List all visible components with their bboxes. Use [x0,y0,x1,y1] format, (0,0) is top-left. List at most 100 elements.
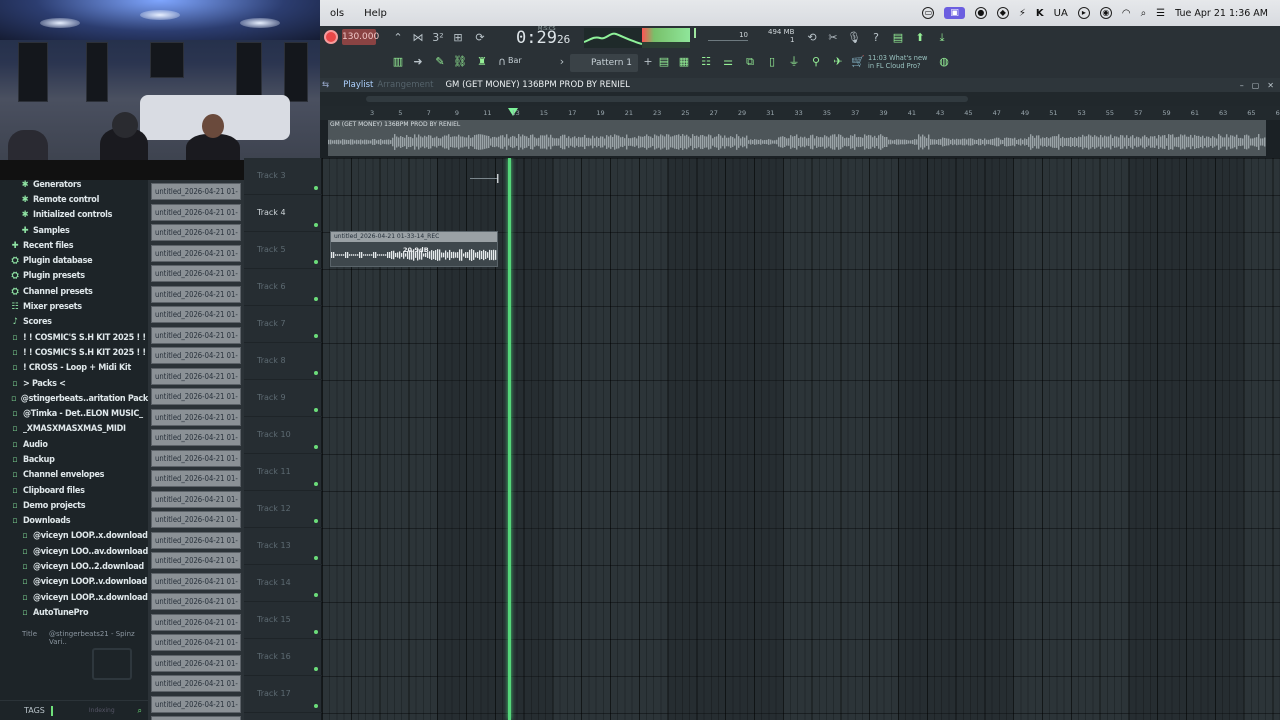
display-icon[interactable]: ▭ [922,7,935,19]
track-header[interactable]: Track 8 [244,343,322,380]
track-header[interactable]: Track 12 [244,491,322,528]
channel-button[interactable]: untitled_2026-04-21 01- [151,511,241,528]
browser-item[interactable]: ⛭ Plugin presets [0,269,148,284]
track-header[interactable]: Track 6 [244,269,322,306]
browser-item[interactable]: ✚ Samples [0,223,148,238]
download-icon[interactable]: ⤓ [934,30,950,46]
channel-button[interactable]: untitled_2026-04-21 01- [151,470,241,487]
search-icon[interactable]: ⌕ [1141,8,1147,19]
track-enable-led[interactable] [314,556,318,560]
channel-button[interactable]: untitled_2026-04-21 01- [151,654,241,672]
browser-item[interactable]: ♪ Scores [0,315,148,330]
browser-item[interactable]: ▫ @Timka - Det..ELON MUSIC_ [0,406,148,421]
step-edit-icon[interactable]: ⊞ [450,30,466,46]
plus-icon[interactable]: + [640,54,656,70]
track-header[interactable]: Track 9 [244,380,322,417]
news-panel[interactable]: 11:03 What's new in FL Cloud Pro? [868,54,927,70]
channel-button[interactable]: untitled_2026-04-21 01- [151,593,241,610]
track-enable-led[interactable] [314,297,318,301]
track-header[interactable]: Track 14 [244,565,322,602]
wait-input-icon[interactable]: ⋈ [410,30,426,46]
mixer-icon[interactable]: ⚌ [720,54,736,70]
track-enable-led[interactable] [314,593,318,597]
channel-button[interactable]: untitled_2026-04-21 01- [151,572,241,590]
master-volume-slider[interactable]: 10 [708,31,748,41]
track-enable-led[interactable] [314,519,318,523]
channel-button[interactable]: untitled_2026-04-21 01- [151,531,241,549]
channel-button[interactable]: untitled_2026-04-21 01- [151,388,241,405]
browser-icon[interactable]: ⧉ [742,54,758,70]
channel-button[interactable]: untitled_2026-04-21 01- [151,613,241,631]
channel-button[interactable]: untitled_2026-04-21 01- [151,695,241,713]
browser-item[interactable]: ▫ @viceyn LOO..2.download [0,559,148,574]
control-center-icon[interactable]: ☰ [1156,8,1165,19]
track-header[interactable]: Track 7 [244,306,322,343]
track-header[interactable]: Track 13 [244,528,322,565]
browser-item[interactable]: ▫ @viceyn LOOP..x.download [0,590,148,605]
playlist-h-scrollbar[interactable] [320,92,1280,106]
circle-app-icon[interactable]: ● [974,7,987,19]
playlist-menu-icon[interactable]: ⇆ [322,80,329,90]
playlist-grid[interactable]: untitled_2026-04-21 01-33-14_REC 20.9dB … [322,158,1280,720]
screen-share-icon[interactable]: ▣ [944,7,965,19]
chevron-right-icon[interactable]: › [554,54,570,70]
browser-item[interactable]: ▫ @viceyn LOOP..v.download [0,575,148,590]
track-enable-led[interactable] [314,704,318,708]
browser-item[interactable]: ✚ Recent files [0,238,148,253]
channel-rack-icon[interactable]: ☷ [698,54,714,70]
browser-item[interactable]: ▫ ! ! COSMIC'S S.H KIT 2025 ! ! [0,330,148,345]
browser-item[interactable]: ▫ AutoTunePro [0,605,148,620]
record-button[interactable] [324,30,338,44]
project-name[interactable]: GM (GET MONEY) 136BPM PROD BY RENIEL [445,80,629,90]
browser-item[interactable]: ✱ Initialized controls [0,208,148,223]
record-status-icon[interactable]: ◉ [1099,7,1112,19]
browser-item[interactable]: ☷ Mixer presets [0,299,148,314]
track-header[interactable]: Track 17 [244,676,322,713]
track-enable-led[interactable] [314,445,318,449]
browser-item[interactable]: ✱ Remote control [0,192,148,207]
playlist-mode[interactable]: Arrangement [377,80,433,90]
browser-item[interactable]: ▫ > Packs < [0,376,148,391]
track-enable-led[interactable] [314,186,318,190]
channel-button[interactable]: untitled_2026-04-21 01- [151,367,241,385]
folder-add-icon[interactable] [92,648,132,680]
input-source-badge[interactable]: UA [1054,8,1068,19]
k-app-icon[interactable]: K [1036,8,1044,19]
channel-button[interactable]: untitled_2026-04-21 01- [151,408,241,426]
tempo-display[interactable]: 130.000 [342,29,379,45]
browser-item[interactable]: ▫ @stingerbeats..aritation Pack [0,391,148,406]
channel-button[interactable]: untitled_2026-04-21 01- [151,552,241,569]
channel-button[interactable]: untitled_2026-04-21 01- [151,265,241,282]
browser-item[interactable]: ✱ Generators [0,180,148,192]
arrow-right-icon[interactable]: ➜ [410,54,426,70]
tags-search-input[interactable]: Indexing [89,707,115,714]
play-icon[interactable]: ▸ [1077,7,1090,19]
file-icon[interactable]: ▯ [764,54,780,70]
track-enable-led[interactable] [314,667,318,671]
track-enable-led[interactable] [314,408,318,412]
browser-item[interactable]: ▫ Downloads [0,514,148,529]
browser-item[interactable]: ▫ ! CROSS - Loop + Midi Kit [0,361,148,376]
piano-roll-icon[interactable]: ▦ [676,54,692,70]
track-header[interactable]: Track 10 [244,417,322,454]
track-header[interactable]: Track 3 [244,158,322,195]
track-header[interactable]: Track 4 [244,195,322,232]
track-header[interactable]: Track 16 [244,639,322,676]
channel-button[interactable]: untitled_2026-04-21 01- [151,716,241,720]
link-icon[interactable]: ⛓ [452,54,468,70]
plane-icon[interactable]: ✈ [830,54,846,70]
channel-button[interactable]: untitled_2026-04-21 01- [151,285,241,303]
channel-button[interactable]: untitled_2026-04-21 01- [151,203,241,221]
menu-item-tools[interactable]: ols [320,8,354,19]
plugin-icon[interactable]: ⬆ [912,30,928,46]
browser-item[interactable]: ⛭ Plugin database [0,253,148,268]
browser-item[interactable]: ⛭ Channel presets [0,284,148,299]
channel-button[interactable]: untitled_2026-04-21 01- [151,326,241,344]
channel-button[interactable]: untitled_2026-04-21 01- [151,449,241,467]
globe-icon[interactable]: ◍ [936,54,952,70]
plug-icon[interactable]: ⏚ [786,54,802,70]
track-enable-led[interactable] [314,371,318,375]
pattern-selector[interactable]: Pattern 1 [570,54,638,72]
track-header[interactable]: Track 5 [244,232,322,269]
menubar-clock[interactable]: Tue Apr 21 1:36 AM [1175,8,1268,19]
